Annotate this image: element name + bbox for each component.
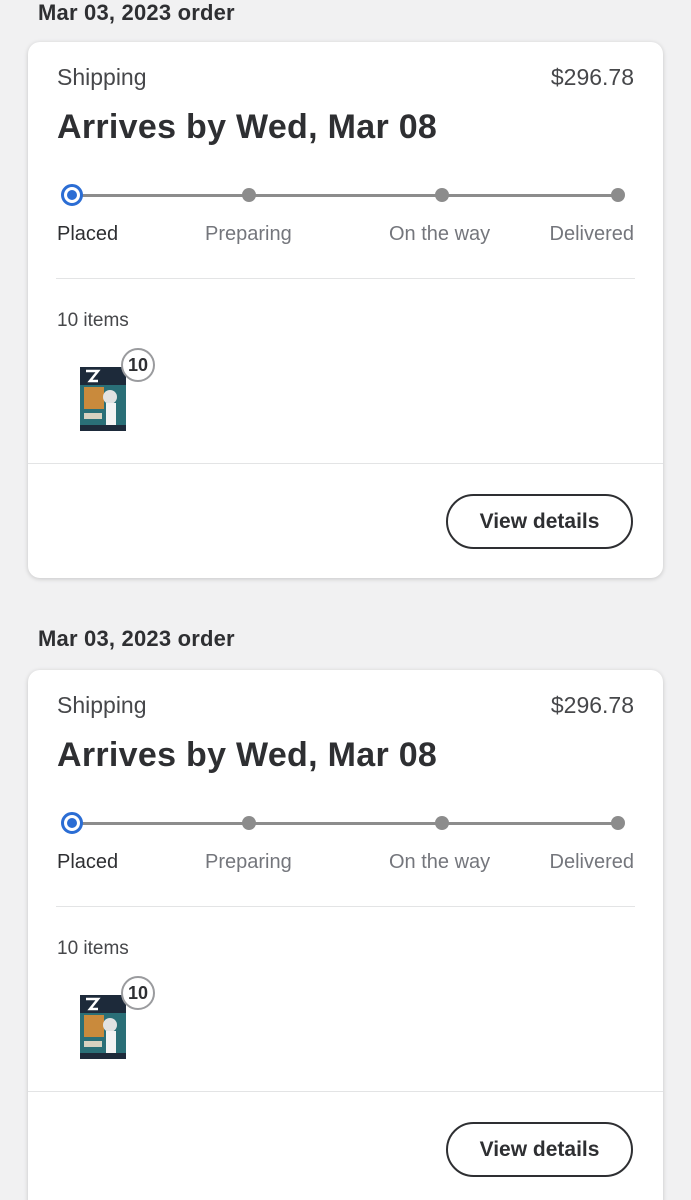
progress-dot-on-the-way — [435, 188, 449, 202]
view-details-button[interactable]: View details — [446, 494, 633, 549]
progress-dot-preparing — [242, 816, 256, 830]
divider — [56, 278, 635, 279]
stage-label-preparing: Preparing — [205, 851, 292, 873]
order-status: Shipping — [57, 64, 147, 90]
progress-dot-placed — [61, 812, 83, 834]
progress-dot-preparing — [242, 188, 256, 202]
order-card: Shipping $296.78 Arrives by Wed, Mar 08 … — [28, 670, 663, 1200]
progress-dot-on-the-way — [435, 816, 449, 830]
item-quantity-badge: 10 — [121, 348, 155, 382]
stage-label-placed: Placed — [57, 223, 119, 245]
order-price: $296.78 — [550, 64, 634, 90]
progress-track — [72, 194, 619, 197]
order-card: Shipping $296.78 Arrives by Wed, Mar 08 … — [28, 42, 663, 578]
arrival-date: Arrives by Wed, Mar 08 — [57, 736, 438, 774]
progress-dot-placed — [61, 184, 83, 206]
stage-label-delivered: Delivered — [549, 223, 634, 245]
divider — [28, 1091, 663, 1092]
product-thumbnail[interactable] — [80, 995, 126, 1059]
items-count: 10 items — [57, 938, 129, 959]
progress-dot-delivered — [611, 816, 625, 830]
item-quantity-badge: 10 — [121, 976, 155, 1010]
order-status: Shipping — [57, 692, 147, 718]
arrival-date: Arrives by Wed, Mar 08 — [57, 108, 438, 146]
stage-label-placed: Placed — [57, 851, 119, 873]
orders-page: Mar 03, 2023 order Shipping $296.78 Arri… — [0, 0, 691, 1200]
order-date-header: Mar 03, 2023 order — [38, 0, 235, 25]
divider — [28, 463, 663, 464]
view-details-button[interactable]: View details — [446, 1122, 633, 1177]
order-date-header: Mar 03, 2023 order — [38, 626, 235, 651]
items-count: 10 items — [57, 310, 129, 331]
stage-label-preparing: Preparing — [205, 223, 292, 245]
progress-track — [72, 822, 619, 825]
product-thumbnail[interactable] — [80, 367, 126, 431]
stage-label-on-the-way: On the way — [389, 223, 491, 245]
divider — [56, 906, 635, 907]
stage-label-on-the-way: On the way — [389, 851, 491, 873]
stage-label-delivered: Delivered — [549, 851, 634, 873]
progress-dot-delivered — [611, 188, 625, 202]
order-price: $296.78 — [550, 692, 634, 718]
